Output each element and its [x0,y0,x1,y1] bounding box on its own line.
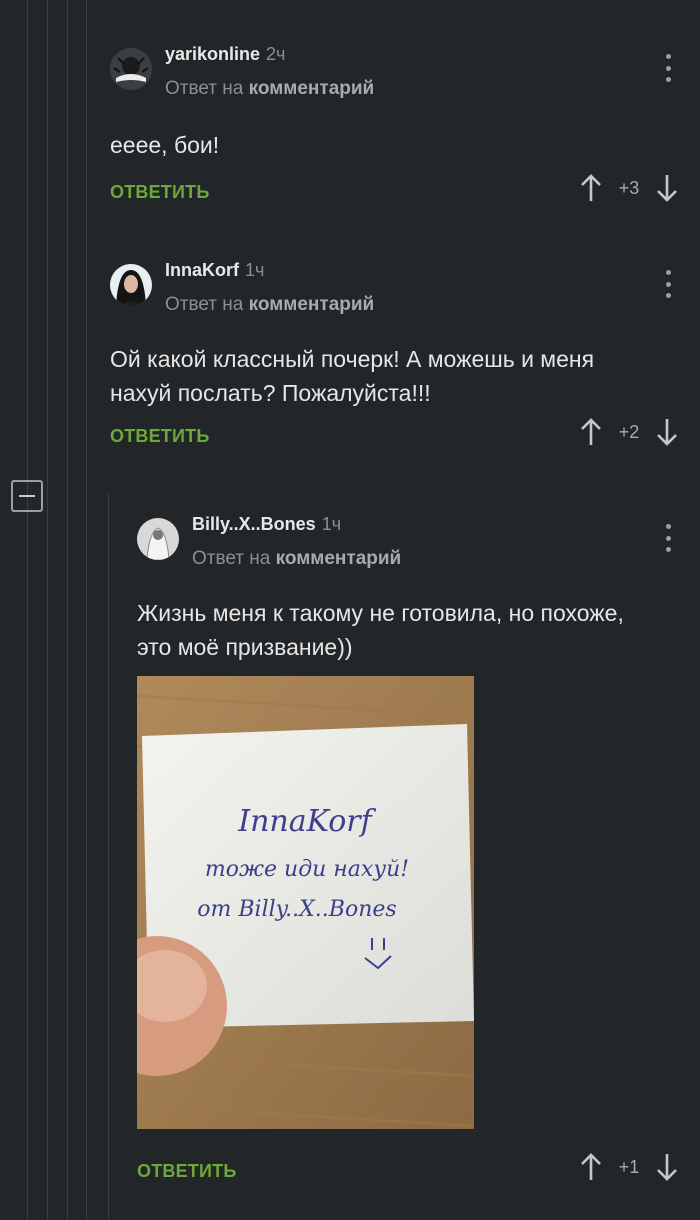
note-line-1: InnaKorf [237,804,376,839]
thread-line [47,0,48,1220]
more-vertical-icon[interactable] [664,524,672,552]
comment-photo[interactable]: InnaKorf тоже иди нахуй! от Billy..X..Bo… [137,676,474,1129]
reply-target-link[interactable]: комментарий [276,548,402,569]
comment-header: yarikonline 2ч Ответ на комментарий [110,44,700,104]
avatar[interactable] [110,264,152,306]
comment-username[interactable]: yarikonline 2ч [165,44,285,65]
comment: yarikonline 2ч Ответ на комментарий ееее,… [110,44,700,214]
reply-to: Ответ на комментарий [165,78,374,100]
vote-controls: +1 [580,1153,678,1181]
comment-header: InnaKorf 1ч Ответ на комментарий [110,260,700,320]
arrow-down-icon[interactable] [656,174,678,202]
reply-button[interactable]: ОТВЕТИТЬ [137,1161,236,1182]
reply-prefix: Ответ на [192,548,271,569]
rating: +3 [618,177,640,198]
comment-username[interactable]: InnaKorf 1ч [165,260,264,281]
comment-actions: ОТВЕТИТЬ +1 [137,1153,700,1193]
username-link[interactable]: InnaKorf [165,260,239,280]
thread-line [27,0,28,1220]
comment: Billy..X..Bones 1ч Ответ на комментарий Ж… [137,514,700,1193]
thread-line [67,0,68,1220]
note-line-2: тоже иди нахуй! [205,857,409,882]
reply-to: Ответ на комментарий [192,548,401,570]
avatar[interactable] [110,48,152,90]
comment-time: 1ч [321,514,342,534]
note-line-3: от Billy..X..Bones [197,897,396,922]
more-vertical-icon[interactable] [664,54,672,82]
comment-actions: ОТВЕТИТЬ +2 [110,418,700,458]
comment-text: Жизнь меня к такому не готовила, но похо… [137,600,624,660]
reply-to: Ответ на комментарий [165,294,374,316]
thread-line [108,493,109,1220]
comment-text: Ой какой классный почерк! А можешь и мен… [110,346,595,406]
reply-prefix: Ответ на [165,294,244,315]
arrow-up-icon[interactable] [580,1153,602,1181]
comment-username[interactable]: Billy..X..Bones 1ч [192,514,341,535]
comment-text: ееее, бои! [110,132,220,158]
vote-controls: +3 [580,174,678,202]
reply-prefix: Ответ на [165,78,244,99]
arrow-down-icon[interactable] [656,1153,678,1181]
avatar[interactable] [137,518,179,560]
comment-actions: ОТВЕТИТЬ +3 [110,174,700,214]
arrow-up-icon[interactable] [580,174,602,202]
arrow-up-icon[interactable] [580,418,602,446]
username-link[interactable]: Billy..X..Bones [192,514,316,534]
reply-target-link[interactable]: комментарий [249,294,375,315]
rating: +1 [618,1156,640,1177]
rating: +2 [618,421,640,442]
comment-time: 2ч [266,44,286,64]
reply-target-link[interactable]: комментарий [249,78,375,99]
minus-icon [19,495,35,497]
collapse-thread-button[interactable] [11,480,43,512]
reply-button[interactable]: ОТВЕТИТЬ [110,426,209,447]
comment: InnaKorf 1ч Ответ на комментарий Ой какой… [110,260,700,458]
comment-header: Billy..X..Bones 1ч Ответ на комментарий [137,514,700,574]
thread-line [86,0,87,1220]
username-link[interactable]: yarikonline [165,44,260,64]
reply-button[interactable]: ОТВЕТИТЬ [110,182,209,203]
arrow-down-icon[interactable] [656,418,678,446]
vote-controls: +2 [580,418,678,446]
comment-time: 1ч [245,260,265,280]
more-vertical-icon[interactable] [664,270,672,298]
